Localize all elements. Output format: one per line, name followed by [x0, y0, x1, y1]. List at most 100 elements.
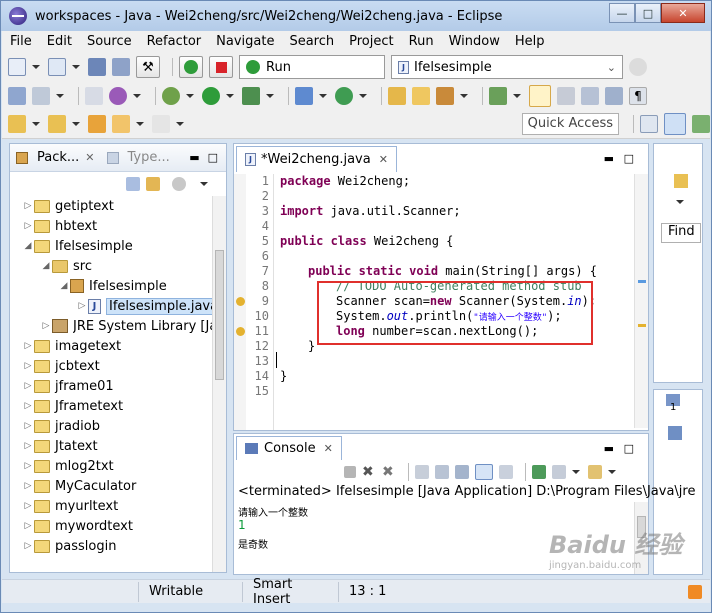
close-button[interactable]: ✕ — [661, 3, 705, 23]
minimize-button[interactable]: — — [609, 3, 635, 23]
external-tools-dropdown-icon[interactable] — [266, 94, 274, 98]
open-type-icon[interactable] — [388, 87, 406, 105]
terminate-icon[interactable] — [344, 466, 356, 478]
open-perspective-icon[interactable] — [640, 114, 658, 133]
open-folder-icon[interactable] — [412, 87, 430, 105]
launch-config-select[interactable]: J Ifelsesimple ⌄ — [391, 55, 623, 79]
search-dropdown-icon[interactable] — [513, 94, 521, 98]
last-edit-icon[interactable] — [88, 114, 106, 133]
tree-item[interactable]: ▷ mywordtext — [10, 516, 226, 536]
tab-package-explorer[interactable]: Pack... — [37, 150, 79, 165]
search-icon[interactable] — [489, 87, 507, 105]
tree-item[interactable]: ▷ myurltext — [10, 496, 226, 516]
close-icon[interactable]: ✕ — [85, 151, 94, 164]
collapsed-arrow-icon[interactable]: ▷ — [22, 201, 34, 211]
tree-item[interactable]: ◢ Ifelsesimple — [10, 276, 226, 296]
close-icon[interactable]: ✕ — [379, 153, 388, 166]
collapse-all-icon[interactable] — [126, 177, 140, 191]
coverage-dropdown-icon[interactable] — [133, 94, 141, 98]
tree-item[interactable]: ▷ Jframetext — [10, 396, 226, 416]
tree-item[interactable]: ◢ src — [10, 256, 226, 276]
explorer-scroll-thumb[interactable] — [215, 250, 224, 380]
back-arrow-icon[interactable] — [112, 114, 130, 133]
tree-item[interactable]: ▷ passlogin — [10, 536, 226, 556]
new-project-dropdown-icon[interactable] — [72, 65, 80, 69]
menu-help[interactable]: Help — [515, 34, 545, 49]
external-tools-icon[interactable] — [242, 87, 260, 105]
terminal-icon[interactable] — [8, 87, 26, 105]
run-last-dropdown-icon[interactable] — [226, 94, 234, 98]
menu-window[interactable]: Window — [449, 34, 500, 49]
tree-item[interactable]: ▷ Jtatext — [10, 436, 226, 456]
run-icon[interactable] — [179, 56, 203, 78]
word-wrap-icon[interactable] — [455, 465, 469, 479]
find-input[interactable]: Find — [661, 223, 701, 243]
collapsed-arrow-icon[interactable]: ▷ — [22, 541, 34, 551]
annotation-icon[interactable] — [557, 87, 575, 105]
show-on-output-icon[interactable] — [475, 464, 493, 480]
console-icon[interactable] — [668, 426, 682, 440]
warning-marker-icon[interactable] — [236, 327, 245, 336]
menu-file[interactable]: File — [10, 34, 32, 49]
collapsed-arrow-icon[interactable]: ▷ — [22, 441, 34, 451]
forward-arrow-icon[interactable] — [152, 114, 170, 133]
clear-console-icon[interactable] — [415, 465, 429, 479]
collapsed-arrow-icon[interactable]: ▷ — [22, 421, 34, 431]
tab-console[interactable]: Console ✕ — [236, 436, 342, 460]
list-icon[interactable] — [32, 87, 50, 105]
explorer-scrollbar[interactable] — [212, 196, 226, 572]
link-with-editor-icon[interactable] — [146, 177, 160, 191]
gear-icon[interactable] — [629, 58, 647, 76]
new-icon[interactable] — [8, 58, 26, 76]
expanded-arrow-icon[interactable]: ◢ — [40, 261, 52, 271]
word-wrap-icon[interactable] — [581, 87, 599, 105]
pen-dropdown-icon[interactable] — [460, 94, 468, 98]
stop-icon[interactable] — [209, 56, 233, 78]
tree-item[interactable]: ▷ J Ifelsesimple.java — [10, 296, 226, 316]
open-console-icon[interactable] — [588, 465, 602, 479]
debug-bug-icon[interactable] — [162, 87, 180, 105]
tree-item[interactable]: ▷ mlog2txt — [10, 456, 226, 476]
display-console-icon[interactable] — [552, 465, 566, 479]
refresh-icon[interactable] — [335, 87, 353, 105]
new-class-dropdown-icon[interactable] — [319, 94, 327, 98]
tab-wei2cheng-java[interactable]: J *Wei2cheng.java ✕ — [236, 146, 397, 172]
refresh-dropdown-icon[interactable] — [359, 94, 367, 98]
back-dropdown-icon[interactable] — [136, 121, 144, 126]
highlight-pen-icon[interactable] — [529, 85, 551, 107]
debug-perspective-icon[interactable] — [692, 114, 710, 133]
remove-all-launches-icon[interactable]: ✖ — [382, 465, 396, 479]
tree-item[interactable]: ▷ getiptext — [10, 196, 226, 216]
collapsed-arrow-icon[interactable]: ▷ — [40, 321, 52, 331]
save-icon[interactable] — [88, 58, 106, 76]
view-menu-icon[interactable] — [676, 200, 684, 204]
menu-refactor[interactable]: Refactor — [147, 34, 202, 49]
show-whitespace-icon[interactable]: ¶ — [629, 87, 647, 105]
menu-source[interactable]: Source — [87, 34, 132, 49]
overview-marker[interactable] — [638, 324, 646, 327]
close-icon[interactable]: ✕ — [324, 442, 333, 455]
tree-item[interactable]: ▷ MyCaculator — [10, 476, 226, 496]
collapsed-arrow-icon[interactable]: ▷ — [22, 521, 34, 531]
show-on-error-icon[interactable] — [499, 465, 513, 479]
save-all-icon[interactable] — [112, 58, 130, 76]
block-select-icon[interactable] — [605, 87, 623, 105]
collapsed-arrow-icon[interactable]: ▷ — [22, 501, 34, 511]
tree-item[interactable]: ▷ JRE System Library [Jav — [10, 316, 226, 336]
prev-annotation-icon[interactable] — [48, 114, 66, 133]
rss-icon[interactable] — [678, 582, 710, 602]
pin-console-icon[interactable] — [532, 465, 546, 479]
debug-dropdown-icon[interactable] — [186, 94, 194, 98]
minimize-view-icon[interactable]: ▬ — [189, 151, 199, 164]
run-last-icon[interactable] — [202, 87, 220, 105]
new-class-icon[interactable] — [295, 87, 313, 105]
collapsed-arrow-icon[interactable]: ▷ — [76, 301, 88, 311]
new-task-icon[interactable] — [674, 174, 688, 188]
collapsed-arrow-icon[interactable]: ▷ — [22, 221, 34, 231]
tree-item[interactable]: ▷ imagetext — [10, 336, 226, 356]
maximize-view-icon[interactable]: □ — [208, 151, 218, 164]
pen-icon[interactable] — [436, 87, 454, 105]
menu-edit[interactable]: Edit — [47, 34, 72, 49]
collapsed-arrow-icon[interactable]: ▷ — [22, 461, 34, 471]
view-menu-icon[interactable] — [200, 182, 208, 186]
